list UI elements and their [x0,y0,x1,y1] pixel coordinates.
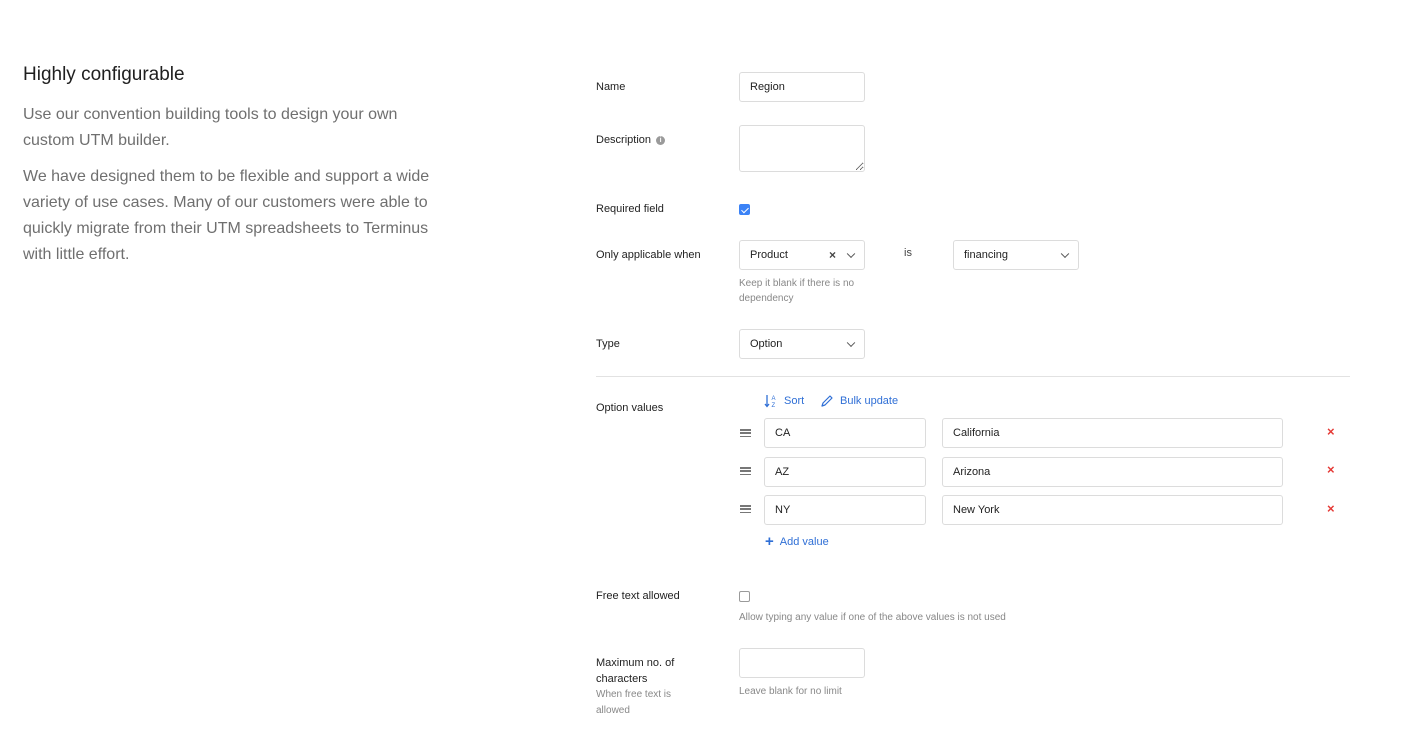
option-values-label: Option values [596,402,664,414]
bulk-update-label: Bulk update [840,395,899,407]
drag-handle-icon[interactable] [740,467,751,476]
description-label-text: Description [596,134,652,146]
type-value: Option [750,338,783,350]
intro-title: Highly configurable [23,64,185,85]
delete-row-icon[interactable]: × [1327,463,1335,476]
type-label: Type [596,338,620,350]
add-value-button[interactable]: + Add value [765,534,829,549]
name-input[interactable]: Region [739,72,865,102]
option-value-text: Arizona [953,466,991,478]
option-key-value: NY [775,504,791,516]
applicable-field-select[interactable]: Product × [739,240,865,270]
max-chars-hint: Leave blank for no limit [739,686,842,697]
description-textarea[interactable] [739,125,865,172]
option-value-input[interactable]: New York [942,495,1283,525]
svg-text:A: A [772,396,776,402]
name-label: Name [596,81,626,93]
option-value-text: California [953,427,1000,439]
chevron-down-icon [846,249,856,259]
option-key-input[interactable]: AZ [764,457,926,487]
plus-icon: + [765,533,774,550]
sort-button[interactable]: A Z Sort [764,394,804,408]
description-label: Description i [596,132,666,148]
free-text-checkbox[interactable] [739,591,750,602]
free-text-hint: Allow typing any value if one of the abo… [739,612,1006,623]
applicable-condition-select[interactable]: financing [953,240,1079,270]
option-value-input[interactable]: California [942,418,1283,448]
applicable-when-label: Only applicable when [596,249,701,261]
required-field-checkbox[interactable] [739,204,750,215]
field-config-form: Name Region Description i Required field… [596,0,1356,745]
intro-paragraph: We have designed them to be flexible and… [23,168,430,263]
bulk-update-button[interactable]: Bulk update [820,394,898,408]
max-chars-sublabel: When free text is allowed [596,689,672,716]
required-field-label: Required field [596,203,664,215]
delete-row-icon[interactable]: × [1327,425,1335,438]
svg-text:Z: Z [772,403,776,408]
applicable-condition-value: financing [964,249,1009,261]
option-key-value: CA [775,427,791,439]
option-value-input[interactable]: Arizona [942,457,1283,487]
pencil-icon [821,395,833,407]
max-chars-label-text: Maximum no. of characters [596,657,675,685]
name-input-value: Region [750,81,785,93]
option-key-input[interactable]: CA [764,418,926,448]
drag-handle-icon[interactable] [740,429,751,438]
chevron-down-icon [846,338,856,348]
clear-icon[interactable]: × [829,249,836,261]
sort-label: Sort [784,395,805,407]
max-chars-input[interactable] [739,648,865,678]
option-value-text: New York [953,504,1000,516]
free-text-label: Free text allowed [596,590,680,602]
applicable-field-value: Product [750,249,788,261]
drag-handle-icon[interactable] [740,505,751,514]
applicable-hint: Keep it blank if there is no dependency [739,278,855,304]
operator-label: is [904,247,912,259]
add-value-label: Add value [779,535,829,548]
delete-row-icon[interactable]: × [1327,502,1335,515]
option-key-value: AZ [775,466,790,478]
sort-az-icon: A Z [764,395,776,408]
intro-section: Highly configurable Use our convention b… [23,62,453,278]
option-key-input[interactable]: NY [764,495,926,525]
chevron-down-icon [1060,249,1070,259]
max-chars-label: Maximum no. of characters When free text… [596,655,706,719]
info-icon[interactable]: i [656,135,666,145]
type-select[interactable]: Option [739,329,865,359]
intro-paragraph: Use our convention building tools to des… [23,106,398,149]
section-divider [596,376,1350,377]
